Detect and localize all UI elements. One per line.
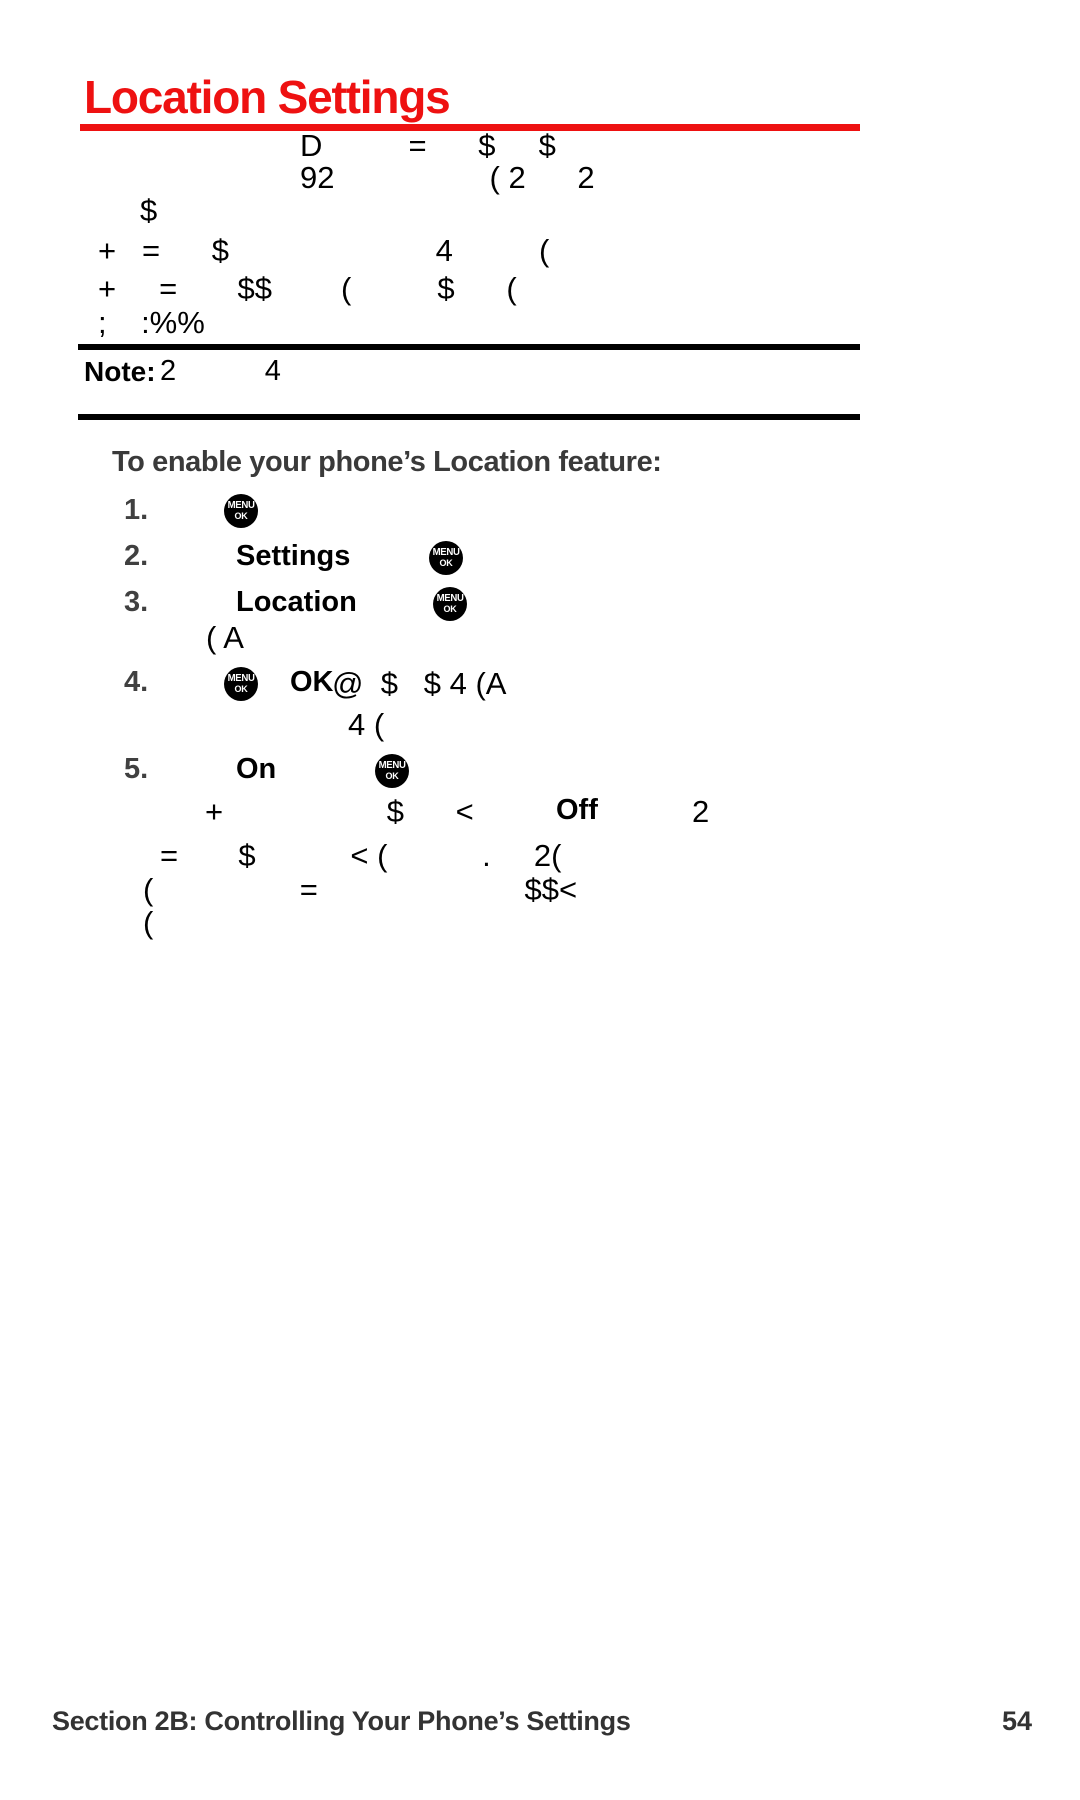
page-title: Location Settings — [84, 71, 451, 123]
menu-key-label: MENU — [432, 547, 460, 558]
step-number: 2. — [124, 540, 149, 572]
footer-section-label: Section 2B: Controlling Your Phone’s Set… — [52, 1706, 631, 1736]
intro-text-line: ; :%% — [98, 305, 205, 340]
step-emphasis-label: Settings — [236, 540, 351, 572]
ok-key-label: OK — [234, 684, 248, 694]
menu-ok-key-icon: MENU OK — [433, 587, 467, 621]
ok-key-label: OK — [234, 511, 248, 521]
intro-text-line: $ — [140, 193, 158, 228]
intro-text-line: + = $$ ( $ ( — [98, 271, 517, 306]
procedure-heading: To enable your phone’s Location feature: — [112, 446, 662, 478]
step-number: 5. — [124, 753, 149, 785]
step-emphasis-label: Location — [236, 586, 357, 618]
note-bottom-rule — [78, 414, 860, 420]
step-detail-line: ( A — [206, 620, 244, 655]
step-detail-line: 4 ( — [348, 707, 385, 742]
step-emphasis-label: On — [236, 753, 277, 785]
footer-page-number: 54 — [1001, 1706, 1032, 1736]
intro-text-line: + = $ 4 ( — [98, 233, 550, 268]
intro-text-line: 92 ( 2 2 — [300, 160, 595, 195]
menu-key-label: MENU — [436, 593, 464, 604]
ok-key-label: OK — [385, 771, 399, 781]
step-detail-line: @ $ $ 4 (A — [332, 666, 507, 701]
menu-ok-key-icon: MENU OK — [224, 494, 258, 528]
closing-text-line: + $ < — [205, 794, 474, 829]
closing-emphasis-label: Off — [556, 794, 598, 826]
menu-key-label: MENU — [227, 500, 255, 511]
menu-ok-key-icon: MENU OK — [224, 667, 258, 701]
closing-text-line: ( — [143, 905, 154, 940]
note-body-text: 2 4 — [160, 355, 281, 387]
step-number: 4. — [124, 666, 149, 698]
step-number: 1. — [124, 494, 149, 526]
ok-key-label: OK — [439, 558, 453, 568]
menu-ok-key-icon: MENU OK — [429, 541, 463, 575]
intro-text-line: D = $ $ — [300, 128, 556, 163]
menu-ok-key-icon: MENU OK — [375, 754, 409, 788]
ok-key-label: OK — [443, 604, 457, 614]
menu-key-label: MENU — [227, 673, 255, 684]
note-top-rule — [78, 344, 860, 350]
manual-page: Location Settings D = $ $92 ( 2 2 $ + = $ … — [0, 0, 1080, 1800]
menu-key-label: MENU — [378, 760, 406, 771]
step-number: 3. — [124, 586, 149, 618]
step-emphasis-label: OK — [290, 666, 334, 698]
closing-text-line: ( = $$< — [143, 872, 578, 907]
closing-text-line: = $ < ( . 2( — [160, 838, 562, 873]
note-label: Note: — [84, 356, 156, 387]
closing-text-line: 2 — [692, 794, 710, 829]
